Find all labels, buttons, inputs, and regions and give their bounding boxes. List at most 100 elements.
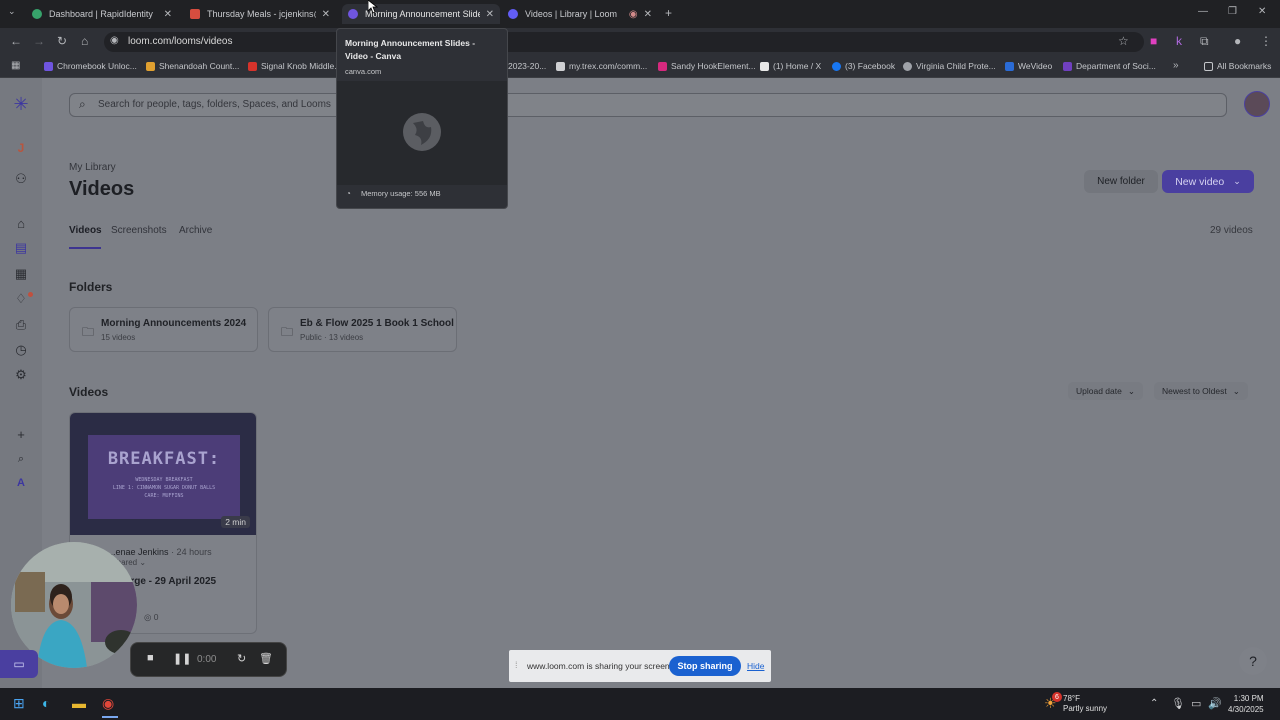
back-icon[interactable]: ←: [10, 34, 22, 48]
bookmark-item[interactable]: my.trex.com/comm...: [556, 61, 647, 71]
bookmark-icon[interactable]: ⎙: [12, 316, 30, 334]
edge-browser-icon[interactable]: ◐: [42, 695, 50, 711]
tab-rapididentity[interactable]: Dashboard | RapidIdentity ✕: [26, 4, 178, 24]
pause-icon[interactable]: ❚❚: [173, 652, 191, 665]
bookmark-item[interactable]: 2023-20...: [508, 61, 546, 71]
forward-icon[interactable]: →: [33, 34, 45, 48]
taskbar-clock[interactable]: 1:30 PM 4/30/2025: [1228, 693, 1264, 715]
maximize-icon[interactable]: ❐: [1228, 6, 1237, 17]
duration-badge: 2 min: [221, 516, 250, 528]
tab-thursday-meals[interactable]: Thursday Meals - jcjenkins@sh ✕: [184, 4, 336, 24]
reload-icon[interactable]: ↻: [57, 34, 67, 48]
weather-alert-badge: 6: [1052, 692, 1062, 702]
sort-order-dropdown[interactable]: Newest to Oldest ⌄: [1154, 382, 1248, 400]
tab-search-icon[interactable]: ⌄: [8, 6, 16, 17]
tab-loom-library[interactable]: Videos | Library | Loom ◉ ✕: [502, 4, 658, 24]
loom-logo-icon[interactable]: ✳: [12, 94, 30, 114]
close-icon[interactable]: ✕: [486, 9, 494, 20]
globe-icon: [903, 61, 912, 71]
new-folder-button[interactable]: New folder: [1084, 170, 1158, 193]
loom-favicon-icon: [508, 9, 518, 19]
chevron-down-icon: ⌄: [1232, 385, 1240, 396]
site-info-icon[interactable]: ◉: [110, 35, 119, 46]
bookmark-item[interactable]: Shenandoah Count...: [146, 61, 239, 71]
k-extension-icon[interactable]: k: [1176, 34, 1182, 48]
bookmark-item[interactable]: Signal Knob Middle...: [248, 61, 341, 71]
apps-grid-icon[interactable]: ▦: [11, 60, 20, 71]
address-bar[interactable]: [104, 32, 1144, 52]
workspace-avatar-icon[interactable]: J: [12, 139, 30, 157]
breadcrumb[interactable]: My Library: [69, 162, 116, 173]
space-a-icon[interactable]: A: [12, 474, 30, 492]
folder-card[interactable]: 🗀 Eb & Flow 2025 1 Book 1 School Public …: [268, 307, 457, 352]
tab-archive[interactable]: Archive: [179, 225, 212, 236]
extensions-puzzle-icon[interactable]: ⧉: [1200, 34, 1209, 49]
thumbnail-slide: BREAKFAST: WEDNESDAY BREAKFAST LINE 1: C…: [88, 435, 240, 519]
user-avatar[interactable]: [1244, 91, 1270, 117]
bookmark-item[interactable]: (3) Facebook: [832, 61, 895, 71]
library-icon[interactable]: ▤: [12, 239, 30, 257]
minimize-icon[interactable]: —: [1198, 6, 1208, 17]
folder-icon: 🗀: [281, 325, 294, 339]
profile-avatar-icon[interactable]: ●: [1234, 34, 1241, 48]
bookmark-item[interactable]: (1) Home / X: [760, 61, 821, 71]
all-bookmarks[interactable]: All Bookmarks: [1204, 61, 1271, 71]
home-icon[interactable]: ⌂: [12, 214, 30, 232]
extension-icon[interactable]: ■: [1150, 34, 1157, 48]
weather-widget[interactable]: 78°F Partly sunny: [1063, 694, 1107, 714]
bookmark-item[interactable]: Virginia Child Prote...: [903, 61, 996, 71]
folder-card[interactable]: 🗀 Morning Announcements 2024 15 videos: [69, 307, 258, 352]
more-menu-icon[interactable]: ⋮: [1260, 34, 1272, 48]
stop-sharing-button[interactable]: Stop sharing: [669, 656, 741, 676]
hide-share-bar-link[interactable]: Hide: [747, 661, 764, 671]
search-icon[interactable]: ⌕: [12, 450, 30, 468]
new-video-button[interactable]: New video ⌄: [1162, 170, 1254, 193]
folder-icon: [1204, 61, 1213, 71]
add-icon[interactable]: +: [12, 425, 30, 443]
video-title[interactable]: ...rge - 29 April 2025: [122, 576, 216, 587]
sort-field-dropdown[interactable]: Upload date ⌄: [1068, 382, 1143, 400]
microphone-icon[interactable]: 🎙: [1171, 697, 1185, 710]
help-button[interactable]: ?: [1239, 647, 1267, 675]
restart-icon[interactable]: ↻: [237, 652, 246, 665]
close-icon[interactable]: ✕: [644, 9, 652, 20]
delete-trash-icon[interactable]: 🗑: [259, 652, 273, 665]
file-explorer-icon[interactable]: ▬: [72, 695, 86, 711]
bookmark-favicon-icon: [44, 61, 53, 71]
tab-morning-announcement[interactable]: Morning Announcement Slide ✕: [342, 4, 500, 24]
folders-heading: Folders: [69, 280, 113, 294]
invite-user-icon[interactable]: ⚇: [12, 170, 30, 188]
history-clock-icon[interactable]: ◷: [12, 341, 30, 359]
notification-dot: [28, 292, 33, 297]
bookmark-item[interactable]: Chromebook Unloc...: [44, 61, 137, 71]
video-thumbnail[interactable]: BREAKFAST: WEDNESDAY BREAKFAST LINE 1: C…: [70, 413, 256, 535]
screen-icon[interactable]: ▭: [1191, 697, 1201, 710]
tray-overflow-icon[interactable]: ⌃: [1150, 698, 1158, 709]
more-bookmarks-icon[interactable]: »: [1173, 60, 1179, 71]
drag-handle-icon[interactable]: ⁞: [515, 660, 518, 670]
new-tab-plus-icon[interactable]: +: [665, 6, 672, 20]
speaker-icon[interactable]: 🔊: [1208, 697, 1222, 710]
tab-videos[interactable]: Videos: [69, 225, 102, 236]
bookmark-item[interactable]: Department of Soci...: [1063, 61, 1156, 71]
bookmark-item[interactable]: Sandy HookElement...: [658, 61, 756, 71]
bookmark-star-icon[interactable]: ☆: [1118, 34, 1129, 48]
chevron-down-icon: ⌄: [1127, 385, 1135, 396]
eye-icon: ◎: [144, 612, 152, 622]
stop-recording-icon[interactable]: ■: [147, 652, 154, 664]
chrome-browser-icon[interactable]: ◉: [102, 695, 114, 712]
question-icon: ?: [1249, 653, 1257, 669]
calendar-icon[interactable]: ▦: [12, 265, 30, 283]
loom-camera-toggle-icon[interactable]: ▭: [0, 650, 38, 678]
tab-screenshots[interactable]: Screenshots: [111, 225, 167, 236]
settings-gear-icon[interactable]: ⚙: [12, 366, 30, 384]
close-icon[interactable]: ✕: [164, 9, 172, 20]
tab-hover-card: Morning Announcement Slides - Video - Ca…: [336, 28, 508, 209]
window-close-icon[interactable]: ✕: [1258, 6, 1266, 17]
bookmark-item[interactable]: WeVideo: [1005, 61, 1052, 71]
home-icon[interactable]: ⌂: [81, 34, 88, 48]
close-icon[interactable]: ✕: [322, 9, 330, 20]
hover-card-host: canva.com: [345, 67, 382, 76]
windows-start-icon[interactable]: ⊞: [13, 695, 25, 712]
rapididentity-favicon-icon: [32, 9, 42, 19]
